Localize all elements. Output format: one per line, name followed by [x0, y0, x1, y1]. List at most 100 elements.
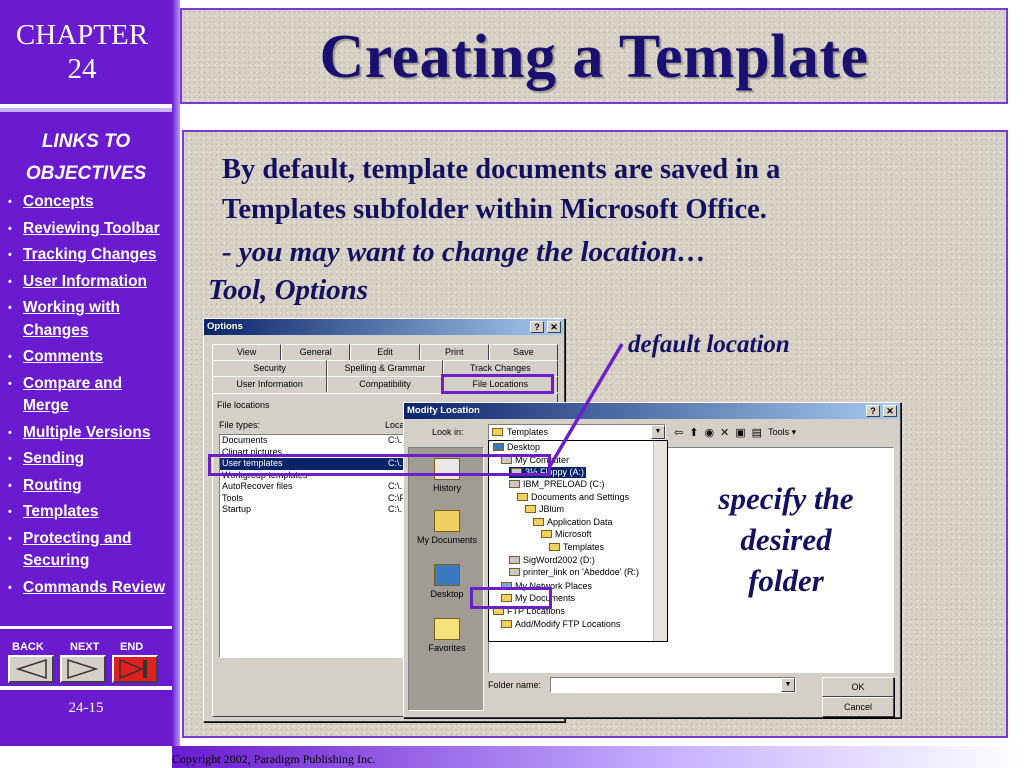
tree-item[interactable]: printer_link on 'Abeddoe' (R:) [509, 567, 639, 578]
tree-item[interactable]: IBM_PRELOAD (C:) [509, 479, 605, 490]
bullet-icon: • [8, 506, 12, 518]
folder-name-label: Folder name: [488, 680, 542, 690]
bullet-icon: • [8, 249, 12, 261]
tree-label: SigWord2002 (D:) [523, 555, 595, 565]
bullet-icon: • [8, 426, 12, 439]
list-item[interactable]: Tools C:\P [220, 493, 414, 505]
file-type: Tools [222, 492, 244, 503]
new-folder-icon[interactable]: ▣ [735, 426, 745, 439]
place-my-documents[interactable]: My Documents [409, 510, 485, 545]
search-web-icon[interactable]: ◉ [704, 426, 714, 439]
chapter-word: CHAPTER [15, 19, 149, 51]
bullet-icon: • [8, 532, 12, 545]
link-multiple-versions[interactable]: Multiple Versions [23, 422, 150, 445]
tab-user-information[interactable]: User Information [212, 376, 328, 392]
link-user-information[interactable]: User Information [23, 271, 147, 294]
list-item[interactable]: Documents C:\.. [220, 435, 414, 447]
next-button[interactable] [60, 655, 106, 683]
slide-number: 24-15 [68, 700, 104, 716]
copyright-text: Copyright 2002, Paradigm Publishing Inc. [172, 752, 376, 766]
tree-item[interactable]: Templates [549, 542, 604, 553]
tree-item[interactable]: Desktop [493, 442, 540, 453]
tab-view[interactable]: View [212, 344, 282, 360]
link-working-with-changes[interactable]: Working with Changes [23, 297, 170, 342]
modify-titlebar: Modify Location ? ✕ [404, 403, 900, 419]
tab-print[interactable]: Print [419, 344, 489, 360]
tree-label: Add/Modify FTP Locations [515, 619, 621, 629]
close-button[interactable]: ✕ [547, 321, 561, 333]
tree-label: Templates [563, 542, 605, 552]
objective-links: • Concepts • Reviewing Toolbar • Tracking C… [6, 191, 170, 603]
callout-line: desired [740, 522, 832, 557]
desktop-icon [434, 564, 460, 586]
chevron-down-icon[interactable]: ▼ [651, 425, 665, 439]
bullet-icon: • [8, 479, 12, 492]
link-compare-and-merge[interactable]: Compare and Merge [23, 373, 170, 418]
look-in-label: Look in: [432, 427, 464, 437]
file-locations-label: File locations [217, 400, 270, 410]
folder-icon [501, 620, 512, 628]
tree-label: Documents and Settings [531, 492, 630, 502]
help-button[interactable]: ? [866, 405, 880, 417]
list-item[interactable]: AutoRecover files C:\.. [220, 481, 414, 493]
place-favorites[interactable]: Favorites [409, 618, 485, 653]
up-folder-icon[interactable]: ⬆ [689, 426, 698, 439]
end-button[interactable] [112, 655, 158, 683]
help-button[interactable]: ? [530, 321, 544, 333]
network-drive-icon [509, 568, 520, 576]
tree-item[interactable]: Documents and Settings [517, 492, 629, 503]
file-locations-highlight [441, 374, 554, 394]
link-concepts[interactable]: Concepts [23, 191, 94, 214]
back-label: BACK [12, 641, 44, 653]
tree-item[interactable]: Application Data [533, 517, 613, 528]
cancel-button[interactable]: Cancel [822, 697, 894, 717]
folder-name-input[interactable]: ▼ [550, 677, 796, 693]
chevron-down-icon[interactable]: ▼ [781, 678, 795, 692]
delete-icon[interactable]: ✕ [720, 426, 729, 439]
tab-general[interactable]: General [281, 344, 351, 360]
callout-line: folder [748, 563, 824, 598]
back-arrow-icon[interactable]: ⇦ [674, 426, 683, 439]
close-button[interactable]: ✕ [883, 405, 897, 417]
tree-item[interactable]: SigWord2002 (D:) [509, 555, 595, 566]
desktop-icon [493, 443, 504, 451]
nav-labels: BACK NEXT END [8, 641, 158, 653]
body-line-3: - you may want to change the location… [222, 236, 707, 268]
tree-item[interactable]: Microsoft [541, 529, 592, 540]
specify-folder-callout: specify the desired folder [700, 478, 872, 601]
link-tracking-changes[interactable]: Tracking Changes [23, 244, 157, 267]
dropdown-scrollbar[interactable] [653, 441, 667, 641]
tree-item[interactable]: JBlum [525, 504, 564, 515]
chapter-number: 24 [67, 53, 97, 85]
options-titlebar: Options ? ✕ [204, 319, 564, 335]
place-label: Favorites [428, 643, 466, 653]
body-line-2: Templates subfolder within Microsoft Off… [222, 194, 767, 225]
tab-edit[interactable]: Edit [350, 344, 420, 360]
link-routing[interactable]: Routing [23, 475, 82, 498]
back-button[interactable] [8, 655, 54, 683]
link-templates[interactable]: Templates [23, 501, 99, 524]
bullet-icon: • [8, 196, 12, 208]
objective-link-item: • Concepts [6, 191, 170, 214]
bullet-icon: • [8, 377, 12, 390]
ok-button[interactable]: OK [822, 677, 894, 697]
place-label: History [432, 483, 461, 493]
tree-label: printer_link on 'Abeddoe' (R:) [523, 567, 639, 577]
tree-item[interactable]: Add/Modify FTP Locations [501, 619, 620, 630]
link-sending[interactable]: Sending [23, 448, 84, 471]
list-item[interactable]: Startup C:\.. [220, 504, 414, 516]
my-documents-highlight [470, 587, 552, 609]
tab-spelling-grammar[interactable]: Spelling & Grammar [327, 360, 443, 376]
link-comments[interactable]: Comments [23, 346, 103, 369]
chapter-sidebar: CHAPTER 24 LINKS TO OBJECTIVES • Concepts… [0, 0, 172, 746]
link-reviewing-toolbar[interactable]: Reviewing Toolbar [23, 218, 160, 241]
link-protecting-and-securing[interactable]: Protecting and Securing [23, 528, 170, 573]
connector-line [548, 343, 624, 467]
views-icon[interactable]: ▤ [752, 426, 762, 439]
sidebar-edge [172, 0, 180, 746]
bullet-icon: • [8, 275, 12, 288]
tab-security[interactable]: Security [212, 360, 328, 376]
tools-menu[interactable]: Tools ▾ [768, 427, 796, 438]
tab-compatibility[interactable]: Compatibility [327, 376, 443, 392]
link-commands-review[interactable]: Commands Review [23, 577, 165, 600]
